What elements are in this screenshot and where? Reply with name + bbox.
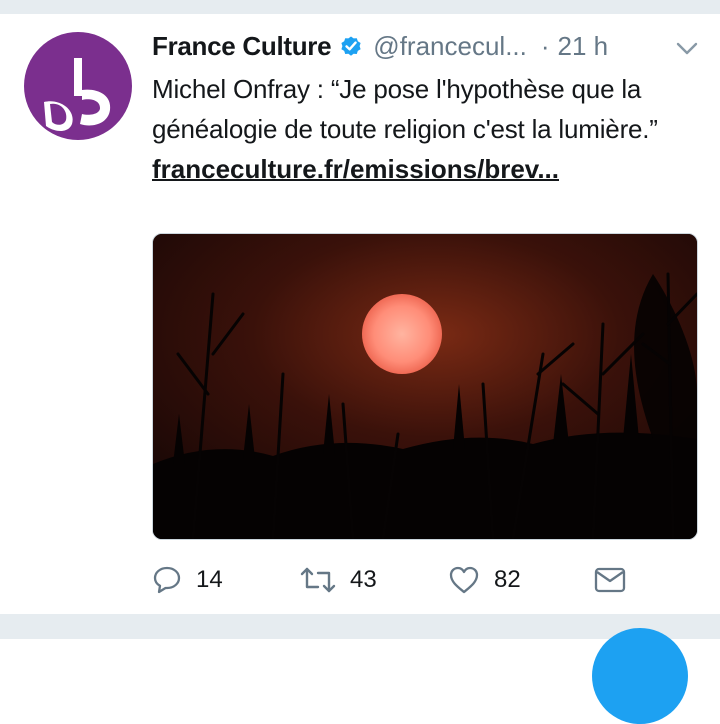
author-name[interactable]: France Culture — [152, 31, 332, 62]
chevron-down-icon[interactable] — [676, 42, 698, 56]
envelope-icon — [594, 567, 626, 593]
tweet-header: France Culture @francecul... · 21 h — [152, 28, 608, 64]
retweet-icon — [300, 567, 336, 593]
verified-badge-icon — [339, 34, 363, 58]
retweet-button[interactable]: 43 — [300, 560, 377, 600]
tweet-card[interactable]: France Culture @francecul... · 21 h Mich… — [0, 14, 720, 614]
reply-count: 14 — [196, 566, 223, 593]
tweet-image[interactable] — [152, 233, 698, 540]
tweet-actions: 14 43 82 — [152, 560, 700, 600]
compose-tweet-button[interactable] — [592, 628, 688, 724]
tweet-timestamp[interactable]: 21 h — [558, 31, 609, 62]
retweet-count: 43 — [350, 566, 377, 593]
author-handle[interactable]: @francecul... — [373, 31, 527, 62]
reply-icon — [153, 566, 181, 594]
top-divider — [0, 0, 720, 14]
sunset-image — [153, 234, 697, 539]
like-count: 82 — [494, 566, 521, 593]
direct-message-button[interactable] — [594, 560, 626, 600]
bottom-divider — [0, 614, 720, 639]
tweet-text: Michel Onfray : “Je pose l'hypothèse que… — [152, 69, 700, 189]
tweet-body: Michel Onfray : “Je pose l'hypothèse que… — [152, 74, 658, 144]
separator-dot: · — [540, 30, 550, 61]
tweet-link[interactable]: franceculture.fr/emissions/brev... — [152, 154, 559, 184]
like-button[interactable]: 82 — [448, 560, 521, 600]
heart-icon — [449, 566, 479, 594]
reply-button[interactable]: 14 — [152, 560, 223, 600]
avatar[interactable] — [24, 32, 132, 140]
